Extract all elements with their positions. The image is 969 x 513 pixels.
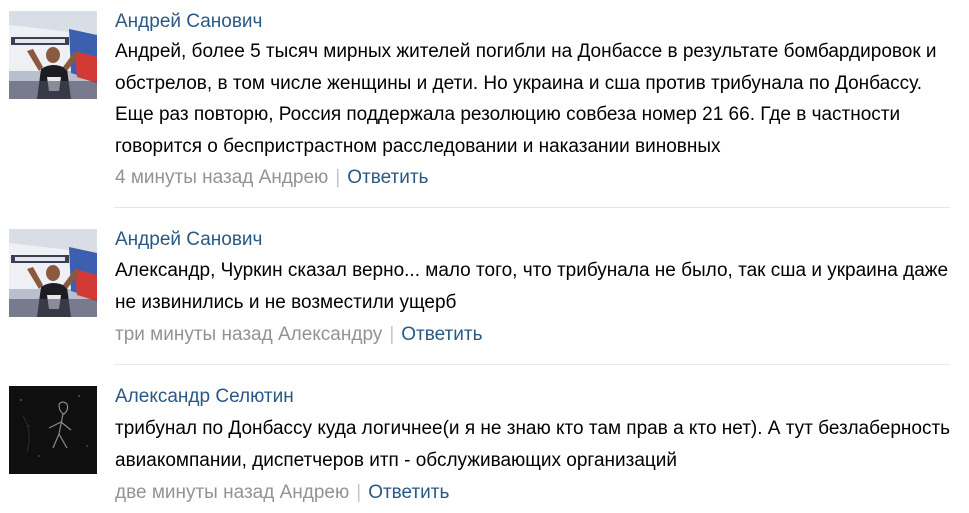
- meta-separator: |: [356, 482, 362, 503]
- comment-text: Александр, Чуркин сказал верно... мало т…: [115, 260, 949, 313]
- dark-silhouette-avatar-icon[interactable]: [9, 386, 97, 474]
- comment-timestamp[interactable]: 4 минуты назад Андрею: [115, 167, 328, 188]
- comment-meta: три минуты назад Александру | Ответить: [115, 324, 482, 346]
- comment-divider: [114, 364, 950, 365]
- comment-text: Андрей, более 5 тысяч мирных жителей пог…: [115, 41, 937, 157]
- marussia-flag-avatar-icon[interactable]: [9, 11, 97, 99]
- comment-author-link[interactable]: Андрей Санович: [115, 229, 262, 251]
- reply-button[interactable]: Ответить: [347, 167, 428, 188]
- comment-text: трибунал по Донбассу куда логичнее(и я н…: [115, 418, 951, 471]
- reply-button[interactable]: Ответить: [401, 324, 482, 345]
- meta-separator: |: [389, 324, 395, 345]
- comment-author-link[interactable]: Александр Селютин: [115, 386, 294, 408]
- comment-meta: 4 минуты назад Андрею | Ответить: [115, 167, 428, 189]
- comment-author-link[interactable]: Андрей Санович: [115, 11, 262, 33]
- comment-timestamp[interactable]: три минуты назад Александру: [115, 324, 382, 345]
- comment-divider: [114, 207, 950, 208]
- reply-button[interactable]: Ответить: [368, 482, 449, 503]
- comment-timestamp[interactable]: две минуты назад Андрею: [115, 482, 349, 503]
- meta-separator: |: [335, 167, 341, 188]
- comment-meta: две минуты назад Андрею | Ответить: [115, 482, 449, 504]
- marussia-flag-avatar-icon[interactable]: [9, 229, 97, 317]
